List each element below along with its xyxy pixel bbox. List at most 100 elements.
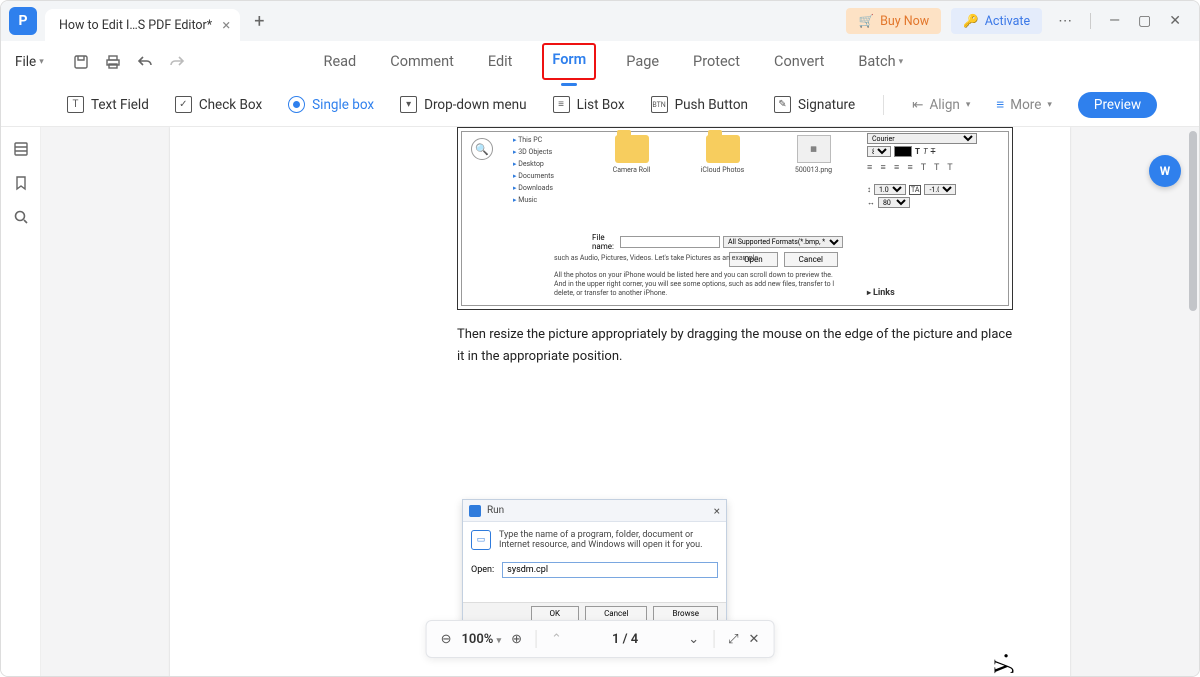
vertical-scrollbar[interactable]	[1189, 131, 1197, 311]
tree-item: This PC	[513, 134, 591, 146]
key-icon: 🔑	[963, 14, 979, 29]
cart-icon: 🛒	[858, 14, 874, 29]
tool-single-box[interactable]: Single box	[288, 96, 374, 113]
bookmark-icon[interactable]	[13, 175, 29, 191]
article-text: such as Audio, Pictures, Videos. Let's t…	[554, 254, 843, 298]
tool-list-box[interactable]: ≡List Box	[553, 96, 625, 113]
menu-read[interactable]: Read	[320, 51, 361, 72]
new-tab-button[interactable]: +	[254, 11, 264, 32]
save-icon[interactable]	[72, 53, 90, 71]
buy-now-button[interactable]: 🛒 Buy Now	[846, 8, 941, 34]
width-icon: ↔	[867, 198, 875, 207]
search-icon[interactable]	[13, 209, 29, 225]
prev-page-icon[interactable]: ⌃	[551, 632, 562, 647]
folder-icon	[615, 135, 649, 163]
zoom-value: 100%	[461, 632, 493, 647]
tree-item: Desktop	[513, 158, 591, 170]
links-label: Links	[867, 288, 895, 298]
left-sidebar	[1, 127, 41, 676]
tool-push-button[interactable]: BTNPush Button	[651, 96, 748, 113]
more-dropdown[interactable]: ≡ More ▾	[996, 97, 1052, 113]
document-tab[interactable]: How to Edit I…S PDF Editor* ×	[45, 9, 240, 41]
menubar: File▾ Read Comment Edit Form Page Protec…	[1, 41, 1199, 83]
align-label: Align	[929, 97, 959, 113]
separator	[536, 630, 537, 648]
more-ellipsis-icon[interactable]: ⋯	[1058, 13, 1072, 29]
search-circle-icon: 🔍	[471, 138, 493, 160]
italic-icon: T	[923, 147, 928, 156]
menu-form[interactable]: Form	[542, 43, 596, 80]
zoom-out-icon[interactable]: ⊖	[441, 632, 452, 647]
app-window: P How to Edit I…S PDF Editor* × + 🛒 Buy …	[0, 0, 1200, 677]
chevron-down-icon: ▾	[39, 57, 44, 67]
run-title: Run	[487, 505, 504, 516]
activate-button[interactable]: 🔑 Activate	[951, 8, 1042, 34]
file-label: File	[15, 54, 36, 70]
font-size-select: 8	[867, 146, 891, 157]
run-description: Type the name of a program, folder, docu…	[499, 530, 718, 550]
align-dropdown[interactable]: ⇤Align▾	[912, 97, 970, 113]
close-tab-icon[interactable]: ×	[222, 16, 230, 34]
maximize-icon[interactable]: ▢	[1138, 13, 1151, 29]
tree-item: Music	[513, 194, 591, 206]
app-logo: P	[9, 7, 37, 35]
next-page-icon[interactable]: ⌄	[688, 632, 699, 647]
thumbnails-icon[interactable]	[13, 141, 29, 157]
undo-icon[interactable]	[136, 53, 154, 71]
word-float-button[interactable]: W	[1149, 155, 1181, 187]
embedded-screenshot-1: 🔍 This PC 3D Objects Desktop Documents D…	[457, 127, 1013, 310]
bold-icon: T	[915, 147, 920, 156]
dropdown-label: Drop-down menu	[424, 97, 526, 113]
push-button-label: Push Button	[675, 97, 748, 113]
align-icon: ⇤	[912, 97, 923, 113]
file-name: iCloud Photos	[701, 166, 745, 174]
chevron-down-icon: ▾	[497, 636, 502, 646]
zoom-in-icon[interactable]: ⊕	[511, 632, 522, 647]
redo-icon[interactable]	[168, 53, 186, 71]
line-height-icon: ↕	[867, 185, 871, 194]
check-box-label: Check Box	[199, 97, 262, 113]
signature-field[interactable]: Tracy.	[983, 650, 1015, 676]
signature-label: Signature	[798, 97, 855, 113]
tool-dropdown[interactable]: ▾Drop-down menu	[400, 96, 526, 113]
divider	[1090, 13, 1091, 29]
file-menu[interactable]: File▾	[9, 50, 50, 74]
minimize-icon[interactable]: —	[1109, 13, 1120, 29]
tree-item: Downloads	[513, 182, 591, 194]
run-icon	[469, 505, 481, 517]
preview-button[interactable]: Preview	[1078, 92, 1157, 118]
menu-protect[interactable]: Protect	[689, 51, 744, 72]
batch-label: Batch	[858, 53, 895, 70]
menu-edit[interactable]: Edit	[484, 51, 517, 72]
filename-input	[620, 236, 720, 248]
menu-comment[interactable]: Comment	[386, 51, 458, 72]
filename-label: File name:	[592, 233, 617, 251]
app-body: 🔍 This PC 3D Objects Desktop Documents D…	[1, 127, 1199, 676]
more-lines-icon: ≡	[996, 97, 1004, 113]
more-label: More	[1010, 97, 1041, 113]
tool-signature[interactable]: ✎Signature	[774, 96, 855, 113]
menu-convert[interactable]: Convert	[770, 51, 828, 72]
folder-icon	[706, 135, 740, 163]
form-toolbar: TText Field ✓Check Box Single box ▾Drop-…	[1, 83, 1199, 127]
page-indicator[interactable]: 1 / 4	[612, 632, 638, 647]
separator	[713, 630, 714, 648]
bottom-toolbar: ⊖ 100% ▾ ⊕ ⌃ 1 / 4 ⌄ ⤢ ✕	[426, 620, 775, 658]
close-icon: ×	[714, 504, 720, 518]
text-field-label: Text Field	[91, 97, 149, 113]
main-menu: Read Comment Edit Form Page Protect Conv…	[186, 43, 1041, 80]
tool-text-field[interactable]: TText Field	[67, 96, 149, 113]
fullscreen-icon[interactable]: ⤢	[728, 632, 738, 647]
tree-item: 3D Objects	[513, 146, 591, 158]
color-swatch	[894, 146, 912, 157]
file-grid: Camera Roll iCloud Photos ▦500013.png	[602, 135, 843, 195]
close-window-icon[interactable]: ✕	[1169, 13, 1181, 29]
print-icon[interactable]	[104, 53, 122, 71]
menu-batch[interactable]: Batch▾	[854, 51, 907, 72]
menu-page[interactable]: Page	[622, 51, 663, 72]
close-bar-icon[interactable]: ✕	[749, 632, 760, 647]
tool-check-box[interactable]: ✓Check Box	[175, 96, 262, 113]
chevron-down-icon: ▾	[1047, 100, 1052, 110]
zoom-level[interactable]: 100% ▾	[461, 632, 501, 647]
canvas-area[interactable]: 🔍 This PC 3D Objects Desktop Documents D…	[41, 127, 1199, 676]
